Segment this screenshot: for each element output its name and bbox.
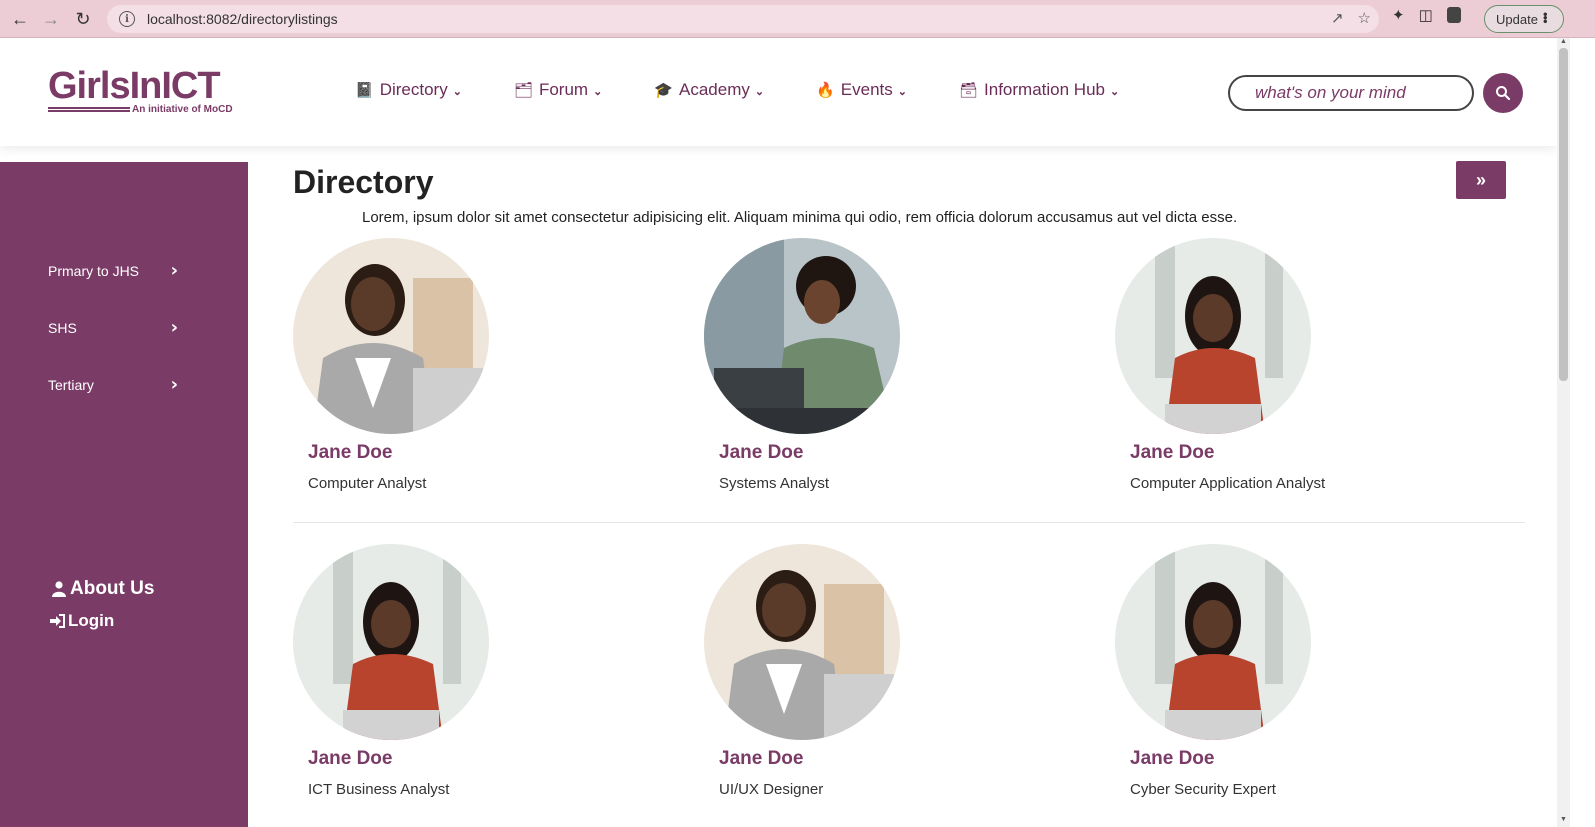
profile-name[interactable]: Jane Doe — [719, 442, 803, 464]
chevron-down-icon: ⌄ — [897, 85, 907, 98]
search-icon — [1496, 86, 1511, 101]
nav-label: Information Hub — [984, 80, 1105, 99]
sidebar-item-label: SHS — [48, 319, 77, 336]
profile-name[interactable]: Jane Doe — [719, 748, 803, 770]
fire-icon: 🔥 — [816, 82, 835, 99]
profile-role: Systems Analyst — [719, 475, 830, 492]
side-panel-icon[interactable]: ◫ — [1419, 6, 1433, 24]
scroll-down-icon[interactable]: ▼ — [1560, 816, 1567, 823]
sidebar-item-primary-to-jhs[interactable]: Prmary to JHS › — [48, 260, 178, 281]
profile-role: ICT Business Analyst — [308, 781, 450, 798]
profile-role: Computer Analyst — [308, 475, 427, 492]
nav-label: Forum — [538, 80, 589, 99]
sign-in-icon — [50, 614, 65, 628]
profile-role: Cyber Security Expert — [1130, 781, 1276, 798]
profile-name[interactable]: Jane Doe — [308, 748, 392, 770]
chevron-down-icon: ⌄ — [754, 85, 765, 98]
reload-icon[interactable]: ↻ — [67, 3, 99, 35]
sidebar-toggle-button[interactable]: » — [1456, 161, 1506, 199]
bookmark-star-icon[interactable]: ☆ — [1358, 9, 1371, 27]
address-book-icon: 📓 — [355, 82, 374, 99]
profile-name[interactable]: Jane Doe — [1130, 748, 1214, 770]
page-title: Directory — [293, 164, 434, 200]
profile-photo — [293, 238, 489, 434]
folder-open-icon: 🗂 — [513, 82, 533, 99]
scrollbar-thumb[interactable] — [1559, 48, 1568, 381]
about-us-label: About Us — [70, 578, 155, 599]
page-description: Lorem, ipsum dolor sit amet consectetur … — [362, 209, 1238, 226]
chevron-right-icon: › — [170, 317, 178, 338]
double-chevron-right-icon: » — [1475, 169, 1486, 190]
menu-dots-icon[interactable]: ••• — [1538, 12, 1553, 23]
nav-forum[interactable]: 🗂 Forum ⌄ — [514, 80, 602, 100]
logo-subtitle: An initiative of MoCD — [132, 104, 233, 115]
chevron-down-icon: ⌄ — [1109, 85, 1120, 98]
logo-text: GirlsInICT — [48, 65, 221, 107]
site-info-icon[interactable]: i — [119, 11, 135, 27]
profile-photo — [1115, 544, 1311, 740]
logo[interactable]: GirlsInICT An initiative of MoCD — [48, 65, 248, 115]
nav-label: Academy — [679, 80, 750, 99]
chevron-right-icon: › — [170, 260, 178, 281]
sidebar-item-label: Tertiary — [48, 376, 94, 393]
profile-photo — [704, 544, 900, 740]
browser-toolbar: ← → ↻ i localhost:8082/directorylistings… — [0, 0, 1595, 38]
login-label: Login — [68, 611, 115, 630]
nav-academy[interactable]: 🎓 Academy ⌄ — [654, 80, 764, 100]
user-icon — [52, 581, 66, 597]
profile-photo — [1115, 238, 1311, 434]
search-input[interactable] — [1228, 75, 1474, 111]
logo-underline — [48, 107, 130, 112]
share-icon[interactable]: ↗ — [1331, 9, 1344, 27]
nav-directory[interactable]: 📓 Directory ⌄ — [355, 80, 462, 100]
sidebar-item-tertiary[interactable]: Tertiary › — [48, 374, 178, 395]
about-us-link[interactable]: About Us — [52, 578, 154, 600]
row-divider — [293, 522, 1525, 523]
update-button[interactable]: Update ••• — [1484, 5, 1564, 33]
graduation-cap-icon: 🎓 — [654, 82, 673, 99]
sidebar-item-shs[interactable]: SHS › — [48, 317, 178, 338]
archive-icon: 🗃 — [958, 82, 979, 99]
profile-photo — [704, 238, 900, 434]
address-bar[interactable]: i localhost:8082/directorylistings ↗ ☆ — [107, 5, 1379, 33]
scroll-up-icon[interactable]: ▲ — [1560, 38, 1567, 45]
sidebar-item-label: Prmary to JHS — [48, 262, 140, 279]
nav-label: Events — [840, 80, 893, 99]
chevron-down-icon: ⌄ — [452, 85, 462, 98]
window-edge — [1570, 38, 1595, 827]
profile-role: UI/UX Designer — [719, 781, 824, 798]
back-icon[interactable]: ← — [4, 3, 36, 35]
chevron-right-icon: › — [170, 374, 178, 395]
update-label: Update — [1496, 11, 1538, 27]
profile-name[interactable]: Jane Doe — [1130, 442, 1214, 464]
site-header: GirlsInICT An initiative of MoCD 📓 Direc… — [0, 38, 1557, 146]
search-button[interactable] — [1483, 73, 1523, 113]
login-link[interactable]: Login — [50, 611, 114, 631]
profile-avatar[interactable] — [1446, 7, 1461, 23]
page-scrollbar[interactable]: ▲ ▼ — [1557, 38, 1570, 827]
nav-label: Directory — [379, 80, 448, 99]
nav-events[interactable]: 🔥 Events ⌄ — [816, 80, 907, 100]
profile-photo — [293, 544, 489, 740]
profile-role: Computer Application Analyst — [1130, 475, 1326, 492]
extensions-icon[interactable]: ✦ — [1392, 6, 1405, 24]
nav-information-hub[interactable]: 🗃 Information Hub ⌄ — [959, 80, 1119, 100]
profile-name[interactable]: Jane Doe — [308, 442, 392, 464]
forward-icon[interactable]: → — [35, 3, 67, 35]
sidebar: Prmary to JHS › SHS › Tertiary › About U… — [0, 162, 248, 827]
url-text: localhost:8082/directorylistings — [147, 11, 338, 27]
chevron-down-icon: ⌄ — [593, 85, 603, 98]
main-nav: 📓 Directory ⌄ 🗂 Forum ⌄ 🎓 Academy ⌄ 🔥 Ev… — [355, 80, 1171, 100]
